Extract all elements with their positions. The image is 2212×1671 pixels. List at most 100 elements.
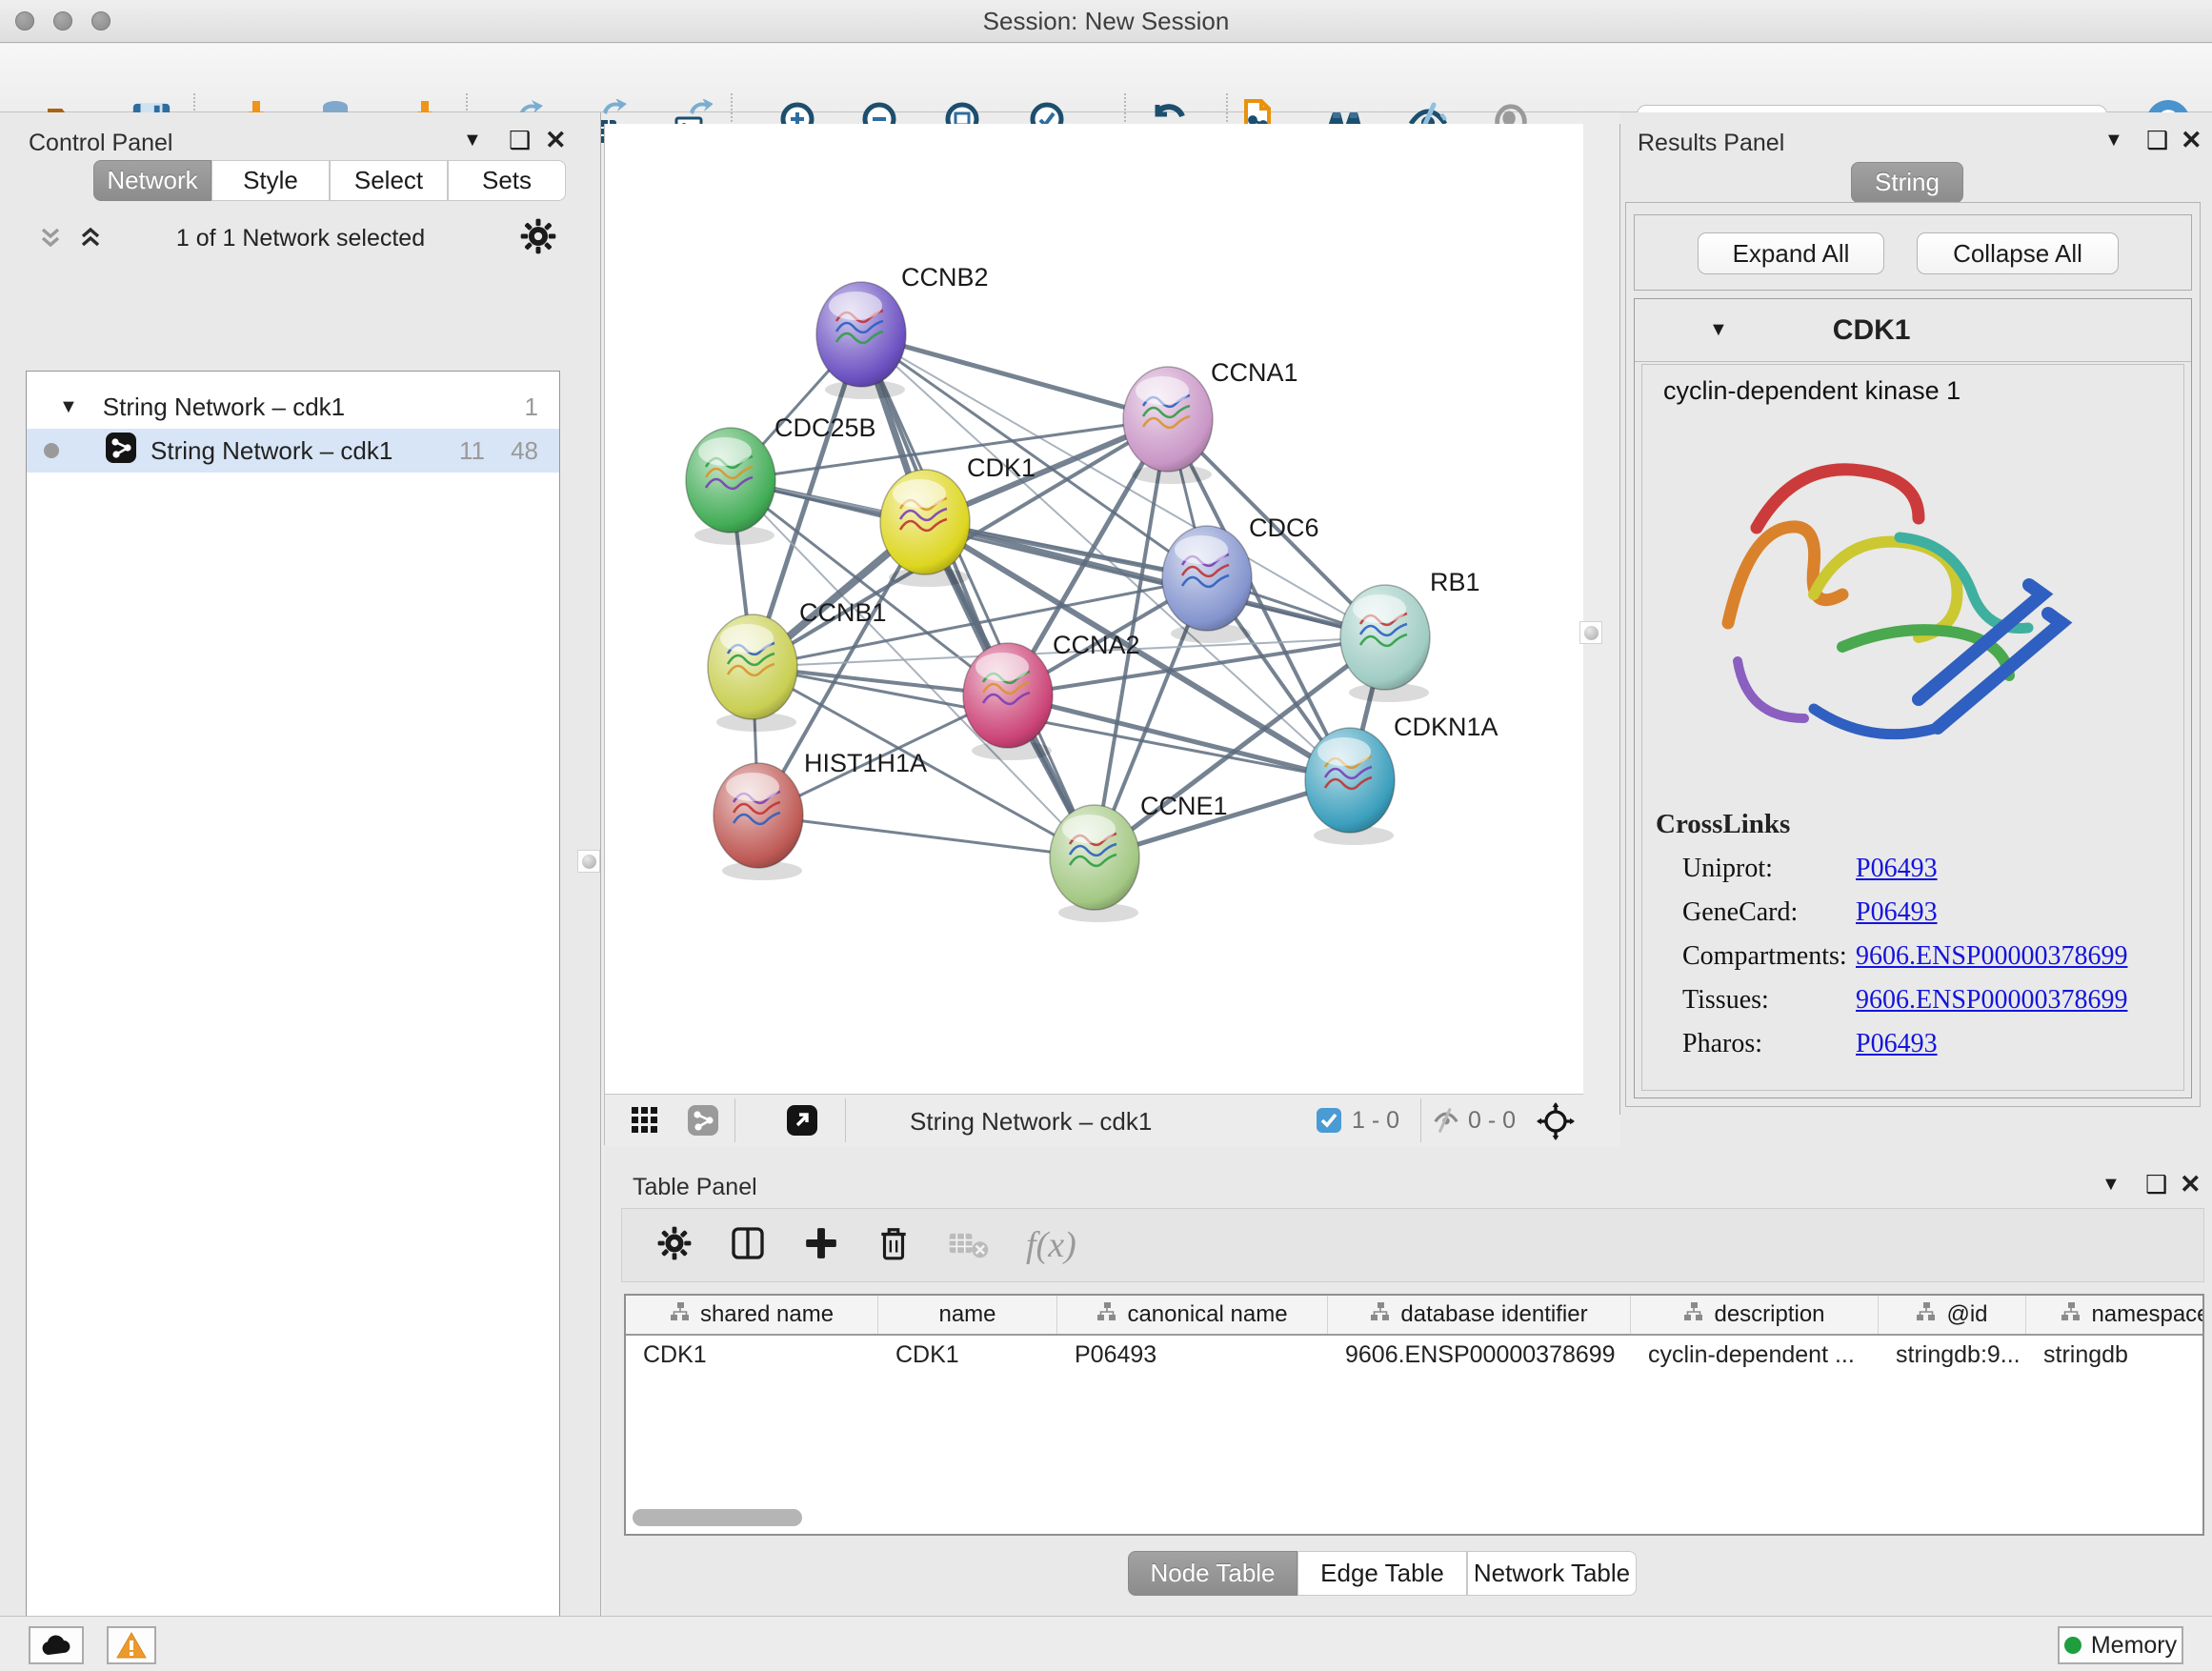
network-node-CDC25B[interactable]: CDC25B bbox=[686, 413, 876, 545]
tab-string[interactable]: String bbox=[1851, 162, 1963, 203]
add-column-icon[interactable] bbox=[803, 1225, 839, 1266]
tab-select[interactable]: Select bbox=[330, 160, 448, 201]
table-row[interactable]: CDK1CDK1P064939606.ENSP00000378699cyclin… bbox=[626, 1336, 2202, 1376]
fit-crosshair-icon[interactable] bbox=[1537, 1102, 1575, 1145]
network-node-CDK1[interactable]: CDK1 bbox=[880, 453, 1036, 587]
network-options-gear-icon[interactable] bbox=[519, 217, 557, 260]
network-node-label: RB1 bbox=[1430, 568, 1480, 596]
warning-button[interactable] bbox=[107, 1626, 156, 1664]
network-canvas[interactable]: CCNB2CCNA1CDC25BCDK1CDC6RB1CCNB1CCNA2CDK… bbox=[604, 124, 1583, 1094]
network-node-HIST1H1A[interactable]: HIST1H1A bbox=[714, 749, 927, 880]
delete-column-trash-icon[interactable] bbox=[875, 1225, 912, 1266]
table-cell[interactable]: 9606.ENSP00000378699 bbox=[1328, 1336, 1631, 1376]
selected-checkbox-icon[interactable] bbox=[1316, 1107, 1342, 1138]
results-panel-collapse-icon[interactable]: ▼ bbox=[2104, 130, 2123, 151]
column-header-namespace[interactable]: namespace bbox=[2026, 1296, 2204, 1334]
table-panel-title: Table Panel bbox=[633, 1174, 757, 1201]
network-node-RB1[interactable]: RB1 bbox=[1340, 568, 1480, 702]
tab-network[interactable]: Network bbox=[93, 160, 211, 201]
network-node-CCNB2[interactable]: CCNB2 bbox=[816, 263, 989, 399]
tab-network-table[interactable]: Network Table bbox=[1467, 1551, 1637, 1596]
table-cell[interactable]: cyclin-dependent ... bbox=[1631, 1336, 1879, 1376]
right-splitter-grip[interactable] bbox=[1579, 621, 1602, 644]
network-view-toolbar: String Network – cdk1 1 - 0 0 - 0 bbox=[604, 1094, 1583, 1145]
crosslink-link[interactable]: P06493 bbox=[1856, 897, 1938, 928]
column-header-shared-name[interactable]: shared name bbox=[626, 1296, 878, 1334]
crosslink-row: Tissues:9606.ENSP00000378699 bbox=[1682, 985, 2183, 1016]
crosslink-link[interactable]: P06493 bbox=[1856, 1029, 1938, 1059]
control-panel-title: Control Panel bbox=[29, 130, 172, 157]
memory-button[interactable]: Memory bbox=[2058, 1626, 2183, 1664]
crosslink-link[interactable]: P06493 bbox=[1856, 854, 1938, 884]
expand-all-button[interactable]: Expand All bbox=[1698, 232, 1884, 274]
network-node-CCNB1[interactable]: CCNB1 bbox=[708, 598, 887, 732]
gene-entry-header[interactable]: ▼ CDK1 bbox=[1635, 299, 2191, 362]
column-header-database-identifier[interactable]: database identifier bbox=[1328, 1296, 1631, 1334]
control-panel-float-icon[interactable]: ❑ bbox=[509, 126, 531, 155]
column-header--id[interactable]: @id bbox=[1879, 1296, 2026, 1334]
cloud-button[interactable] bbox=[29, 1626, 84, 1664]
crosslinks-title: CrossLinks bbox=[1642, 809, 2183, 840]
network-row-selected[interactable]: String Network – cdk1 11 48 bbox=[27, 429, 559, 473]
network-node-label: CCNE1 bbox=[1140, 792, 1228, 820]
hidden-node-edge-counts: 0 - 0 bbox=[1468, 1107, 1516, 1135]
table-cell[interactable]: CDK1 bbox=[626, 1336, 878, 1376]
entry-collapse-icon[interactable]: ▼ bbox=[1709, 319, 1728, 341]
gene-entry-body: cyclin-dependent kinase 1 CrossLinks Uni bbox=[1641, 364, 2184, 1091]
table-cell[interactable]: CDK1 bbox=[878, 1336, 1057, 1376]
table-toolbar: f(x) bbox=[621, 1208, 2204, 1282]
table-cell[interactable]: stringdb:9... bbox=[1879, 1336, 2026, 1376]
tab-edge-table[interactable]: Edge Table bbox=[1297, 1551, 1467, 1596]
crosslink-row: Compartments:9606.ENSP00000378699 bbox=[1682, 941, 2183, 972]
open-external-icon[interactable] bbox=[786, 1104, 818, 1141]
network-edge[interactable] bbox=[861, 334, 1095, 857]
table-cell[interactable]: stringdb bbox=[2026, 1336, 2204, 1376]
results-panel-float-icon[interactable]: ❑ bbox=[2146, 126, 2168, 155]
network-node-label: CDKN1A bbox=[1394, 713, 1498, 741]
table-panel-collapse-icon[interactable]: ▼ bbox=[2101, 1174, 2121, 1196]
table-panel-close-icon[interactable]: ✕ bbox=[2180, 1170, 2202, 1199]
column-tree-icon bbox=[2061, 1301, 2081, 1329]
network-collection-row[interactable]: ▼ String Network – cdk1 1 bbox=[27, 385, 559, 429]
network-node-CDKN1A[interactable]: CDKN1A bbox=[1305, 713, 1498, 845]
column-header-name[interactable]: name bbox=[878, 1296, 1057, 1334]
table-panel-float-icon[interactable]: ❑ bbox=[2145, 1170, 2167, 1199]
control-panel: Control Panel ▼ ❑ ✕ NetworkStyleSelectSe… bbox=[0, 112, 601, 1616]
network-node-label: CDC6 bbox=[1249, 513, 1319, 542]
network-edge[interactable] bbox=[758, 815, 1095, 857]
table-settings-gear-icon[interactable] bbox=[656, 1225, 693, 1266]
table-cell[interactable]: P06493 bbox=[1057, 1336, 1328, 1376]
collapse-all-button[interactable]: Collapse All bbox=[1917, 232, 2119, 274]
crosslink-row: Pharos:P06493 bbox=[1682, 1029, 2183, 1059]
network-node-CCNA1[interactable]: CCNA1 bbox=[1123, 358, 1298, 484]
results-panel-close-icon[interactable]: ✕ bbox=[2181, 126, 2202, 155]
network-tree: ▼ String Network – cdk1 1 String Network… bbox=[26, 371, 560, 1671]
crosslink-link[interactable]: 9606.ENSP00000378699 bbox=[1856, 985, 2127, 1016]
network-label: String Network – cdk1 bbox=[151, 436, 392, 466]
horizontal-scrollbar-thumb[interactable] bbox=[633, 1509, 802, 1526]
control-panel-collapse-icon[interactable]: ▼ bbox=[463, 130, 482, 151]
main-toolbar: ? bbox=[0, 44, 2212, 112]
gene-entry: ▼ CDK1 cyclin-dependent kinase 1 bbox=[1634, 298, 2192, 1098]
tab-node-table[interactable]: Node Table bbox=[1128, 1551, 1297, 1596]
control-panel-close-icon[interactable]: ✕ bbox=[545, 126, 567, 155]
crosslink-label: GeneCard: bbox=[1682, 897, 1856, 928]
column-header-canonical-name[interactable]: canonical name bbox=[1057, 1296, 1328, 1334]
column-tree-icon bbox=[1096, 1301, 1117, 1329]
left-splitter-grip[interactable] bbox=[577, 850, 600, 873]
network-node-CCNE1[interactable]: CCNE1 bbox=[1050, 792, 1228, 922]
title-bar: Session: New Session bbox=[0, 0, 2212, 43]
tab-sets[interactable]: Sets bbox=[448, 160, 566, 201]
column-tree-icon bbox=[1683, 1301, 1704, 1329]
status-bar: Memory bbox=[0, 1616, 2212, 1671]
delete-table-icon bbox=[948, 1227, 990, 1264]
show-columns-icon[interactable] bbox=[729, 1224, 767, 1267]
column-tree-icon bbox=[1916, 1301, 1937, 1329]
column-header-description[interactable]: description bbox=[1631, 1296, 1879, 1334]
crosslink-link[interactable]: 9606.ENSP00000378699 bbox=[1856, 941, 2127, 972]
application-window: Session: New Session bbox=[0, 0, 2212, 1671]
node-table: shared namenamecanonical namedatabase id… bbox=[624, 1294, 2204, 1536]
tree-expander-icon[interactable]: ▼ bbox=[59, 396, 78, 418]
birdseye-grid-icon[interactable] bbox=[630, 1105, 660, 1140]
tab-style[interactable]: Style bbox=[211, 160, 330, 201]
